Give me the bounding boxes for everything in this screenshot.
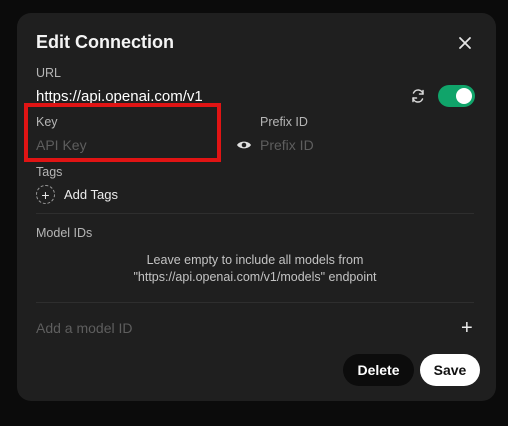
helper-line-2: "https://api.openai.com/v1/models" endpo… <box>133 270 377 284</box>
divider <box>36 213 474 214</box>
prefix-id-input[interactable] <box>260 135 460 155</box>
plus-icon: + <box>36 185 55 204</box>
toggle-knob <box>456 88 472 104</box>
helper-line-1: Leave empty to include all models from <box>146 253 364 267</box>
modal-title: Edit Connection <box>36 32 174 52</box>
model-ids-helper-text: Leave empty to include all models from "… <box>36 252 474 286</box>
tags-label: Tags <box>36 165 63 179</box>
eye-icon[interactable] <box>236 138 252 150</box>
model-ids-label: Model IDs <box>36 226 93 240</box>
divider <box>36 302 474 303</box>
close-icon[interactable] <box>456 34 474 52</box>
add-tags-button[interactable]: + Add Tags <box>36 185 118 204</box>
add-tags-label: Add Tags <box>64 187 118 202</box>
connection-enabled-toggle[interactable] <box>438 85 475 107</box>
key-field-highlight <box>24 103 221 162</box>
refresh-icon[interactable] <box>410 88 426 104</box>
url-label: URL <box>36 66 62 80</box>
save-button[interactable]: Save <box>420 354 480 386</box>
add-model-id-input[interactable] <box>36 318 436 338</box>
add-model-plus-icon[interactable]: + <box>461 318 473 338</box>
edit-connection-modal: Edit Connection URL https://api.openai.c… <box>17 13 496 401</box>
prefix-id-label: Prefix ID <box>260 115 308 129</box>
delete-button[interactable]: Delete <box>343 354 414 386</box>
